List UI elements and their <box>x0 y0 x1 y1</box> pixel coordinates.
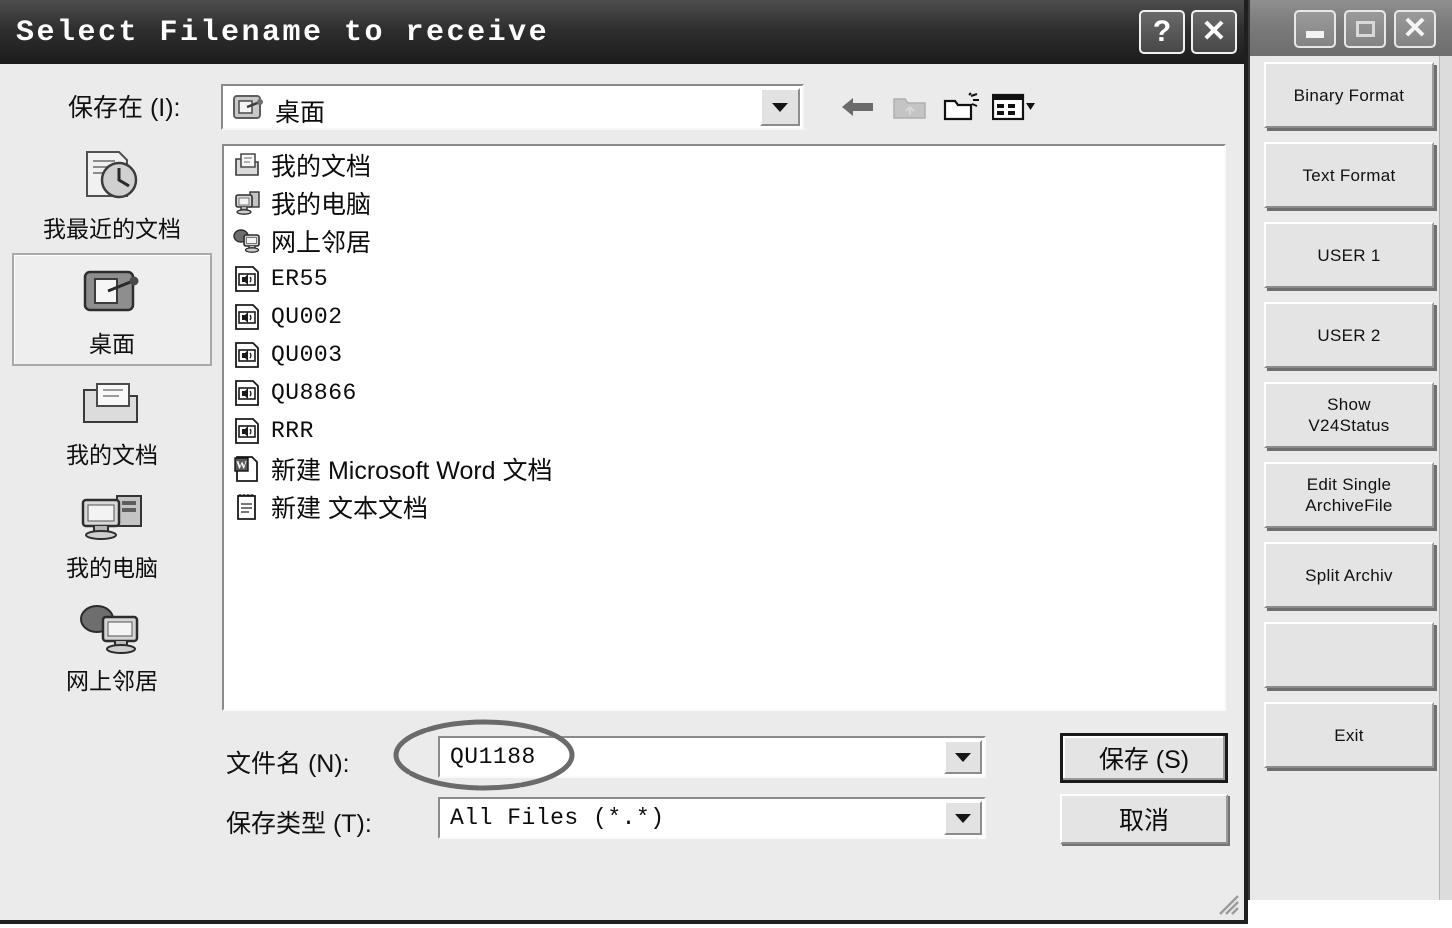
desktop-icon <box>233 95 263 119</box>
cancel-button[interactable]: 取消 <box>1060 794 1228 844</box>
sidebar-item-my-documents[interactable]: 我的文档 <box>12 366 212 479</box>
resize-grip[interactable] <box>1214 890 1240 916</box>
save-in-label: 保存在 (I): <box>68 94 181 122</box>
my-computer-icon <box>232 188 262 218</box>
save-in-dropdown-arrow[interactable] <box>760 88 800 126</box>
parent-window-edge <box>1439 56 1452 900</box>
word-document-icon: W <box>232 454 262 484</box>
blank-button[interactable] <box>1264 622 1434 688</box>
sidebar-item-label: 我的文档 <box>66 442 158 468</box>
list-item[interactable]: 网上邻居 <box>224 222 1224 260</box>
my-documents-icon <box>232 150 262 180</box>
user-1-button[interactable]: USER 1 <box>1264 222 1434 288</box>
sound-file-icon <box>232 340 262 370</box>
list-item[interactable]: 新建 文本文档 <box>224 488 1224 526</box>
sound-file-icon <box>232 264 262 294</box>
exit-button[interactable]: Exit <box>1264 702 1434 768</box>
parent-button-stack: Binary Format Text Format USER 1 USER 2 … <box>1258 62 1438 782</box>
list-item-label: QU8866 <box>271 380 357 406</box>
desktop-icon <box>77 261 147 323</box>
binary-format-button[interactable]: Binary Format <box>1264 62 1434 128</box>
save-file-dialog: Select Filename to receive ? ✕ 保存在 (I): … <box>0 0 1248 924</box>
save-in-combobox[interactable]: 桌面 <box>221 84 804 130</box>
sidebar-item-desktop[interactable]: 桌面 <box>12 253 212 366</box>
list-item[interactable]: QU003 <box>224 336 1224 374</box>
list-item-label: 我的电脑 <box>271 191 372 219</box>
screen: ✕ Binary Format Text Format USER 1 USER … <box>0 0 1452 928</box>
places-bar: 我最近的文档 桌面 我的文档 我的电脑 网上邻居 <box>12 140 212 740</box>
text-format-button[interactable]: Text Format <box>1264 142 1434 208</box>
split-archiv-button[interactable]: Split Archiv <box>1264 542 1434 608</box>
sound-file-icon <box>232 302 262 332</box>
user-2-button[interactable]: USER 2 <box>1264 302 1434 368</box>
sidebar-item-network-places[interactable]: 网上邻居 <box>12 592 212 705</box>
list-item[interactable]: W 新建 Microsoft Word 文档 <box>224 450 1224 488</box>
my-computer-icon <box>77 485 147 547</box>
sound-file-icon <box>232 378 262 408</box>
maximize-icon <box>1355 21 1375 37</box>
file-type-dropdown-arrow[interactable] <box>944 801 982 835</box>
desktop-background <box>1248 900 1452 928</box>
sidebar-item-label: 桌面 <box>89 331 135 357</box>
list-item-label: QU002 <box>271 304 343 330</box>
sidebar-item-recent-documents[interactable]: 我最近的文档 <box>12 140 212 253</box>
list-item-label: QU003 <box>271 342 343 368</box>
save-in-value: 桌面 <box>275 99 326 127</box>
save-button[interactable]: 保存 (S) <box>1060 733 1228 783</box>
close-button[interactable]: ✕ <box>1394 10 1436 48</box>
network-places-icon <box>77 598 147 660</box>
views-icon[interactable] <box>992 86 1036 128</box>
dialog-titlebar: Select Filename to receive ? ✕ <box>0 0 1244 64</box>
file-type-value: All Files (*.*) <box>450 805 665 831</box>
file-type-select[interactable]: All Files (*.*) <box>438 797 986 839</box>
list-item[interactable]: ER55 <box>224 260 1224 298</box>
parent-titlebar: ✕ <box>1250 0 1452 56</box>
list-item-label: 网上邻居 <box>271 229 372 257</box>
close-button[interactable]: ✕ <box>1191 10 1237 54</box>
file-name-dropdown-arrow[interactable] <box>944 740 982 774</box>
file-list[interactable]: 我的文档 我的电脑 网上邻居 ER55 QU002 QU003 QU8866 R… <box>222 144 1226 711</box>
list-item[interactable]: QU8866 <box>224 374 1224 412</box>
up-folder-icon[interactable] <box>888 86 932 128</box>
new-folder-icon[interactable] <box>940 86 984 128</box>
file-name-label: 文件名 (N): <box>226 750 350 778</box>
my-documents-icon <box>77 372 147 434</box>
edit-single-archivefile-button[interactable]: Edit Single ArchiveFile <box>1264 462 1434 528</box>
file-name-input[interactable]: QU1188 <box>438 736 986 778</box>
chevron-down-icon <box>955 752 971 762</box>
text-document-icon <box>232 492 262 522</box>
sound-file-icon <box>232 416 262 446</box>
minimize-button[interactable] <box>1294 10 1336 48</box>
list-item[interactable]: 我的电脑 <box>224 184 1224 222</box>
help-button[interactable]: ? <box>1139 10 1185 54</box>
back-icon[interactable] <box>836 86 880 128</box>
minimize-icon <box>1306 30 1324 38</box>
list-item-label: 我的文档 <box>271 153 372 181</box>
chevron-down-icon <box>955 813 971 823</box>
list-item[interactable]: QU002 <box>224 298 1224 336</box>
maximize-button[interactable] <box>1344 10 1386 48</box>
parent-application-window: ✕ Binary Format Text Format USER 1 USER … <box>1248 0 1452 900</box>
sidebar-item-label: 我的电脑 <box>66 555 158 581</box>
list-item-label: 新建 文本文档 <box>271 495 428 523</box>
network-places-icon <box>232 226 262 256</box>
svg-text:W: W <box>236 460 247 472</box>
recent-documents-icon <box>77 146 147 208</box>
chevron-down-icon <box>772 102 788 112</box>
dialog-title: Select Filename to receive <box>16 16 550 50</box>
file-name-value: QU1188 <box>450 744 536 770</box>
file-type-label: 保存类型 (T): <box>226 810 372 838</box>
close-icon: ✕ <box>1402 12 1428 45</box>
list-item[interactable]: 我的文档 <box>224 146 1224 184</box>
list-item-label: RRR <box>271 418 314 444</box>
list-item-label: 新建 Microsoft Word 文档 <box>271 457 553 485</box>
sidebar-item-my-computer[interactable]: 我的电脑 <box>12 479 212 592</box>
dialog-toolbar <box>836 86 1056 130</box>
list-item-label: ER55 <box>271 266 329 292</box>
sidebar-item-label: 网上邻居 <box>66 668 158 694</box>
list-item[interactable]: RRR <box>224 412 1224 450</box>
sidebar-item-label: 我最近的文档 <box>43 216 181 242</box>
show-v24status-button[interactable]: Show V24Status <box>1264 382 1434 448</box>
